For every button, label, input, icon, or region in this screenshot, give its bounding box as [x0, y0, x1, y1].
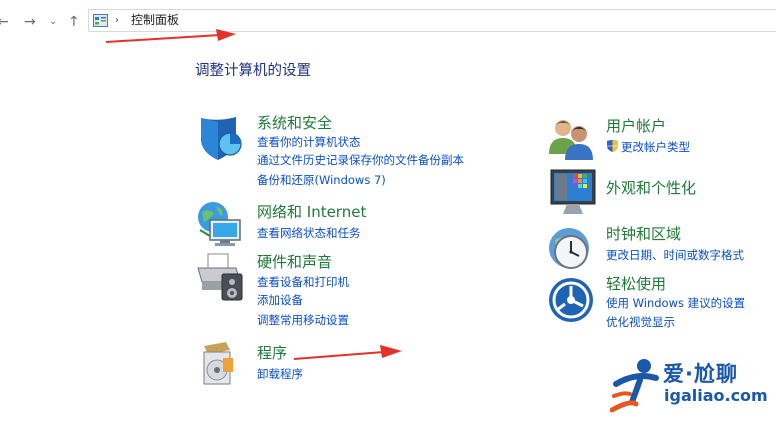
page-title: 调整计算机的设置: [195, 63, 311, 79]
monitor-palette-icon[interactable]: [547, 168, 597, 218]
address-bar[interactable]: › 控制面板: [88, 9, 776, 32]
breadcrumb-separator: ›: [115, 15, 119, 26]
control-panel-icon: [93, 14, 108, 27]
link-devices-printers[interactable]: 查看设备和打印机: [257, 274, 349, 290]
forward-arrow-icon[interactable]: →: [24, 13, 40, 31]
category-title-appearance[interactable]: 外观和个性化: [606, 178, 696, 198]
category-title-programs[interactable]: 程序: [257, 343, 287, 363]
annotation-arrow-icon: [293, 345, 402, 360]
link-file-history-backup[interactable]: 通过文件历史记录保存你的文件备份副本: [257, 152, 464, 168]
uac-shield-icon: [607, 140, 618, 152]
ease-of-access-icon[interactable]: [547, 276, 597, 326]
up-arrow-icon[interactable]: ↑: [68, 13, 82, 31]
back-arrow-icon[interactable]: ←: [0, 13, 11, 31]
link-network-status-tasks[interactable]: 查看网络状态和任务: [257, 225, 361, 241]
network-globe-icon[interactable]: [196, 200, 246, 250]
printer-speaker-icon[interactable]: [196, 252, 246, 302]
watermark-text-en: igaliao.com: [664, 386, 768, 405]
programs-disc-icon[interactable]: [196, 338, 246, 388]
link-add-device[interactable]: 添加设备: [257, 292, 303, 308]
watermark-logo-icon: [610, 359, 659, 413]
category-title-hardware-sound[interactable]: 硬件和声音: [257, 252, 332, 272]
category-title-user-accounts[interactable]: 用户帐户: [606, 116, 666, 136]
recent-locations-chevron-icon[interactable]: ⌄: [49, 13, 61, 31]
category-title-clock-region[interactable]: 时钟和区域: [606, 224, 681, 244]
breadcrumb-control-panel[interactable]: 控制面板: [131, 12, 179, 29]
navigation-bar: ← → ⌄ ↑ › 控制面板: [0, 0, 776, 44]
category-title-ease-of-access[interactable]: 轻松使用: [606, 274, 666, 294]
link-windows-recommended-settings[interactable]: 使用 Windows 建议的设置: [606, 295, 745, 311]
users-icon[interactable]: [547, 114, 597, 164]
shield-icon[interactable]: [196, 114, 246, 164]
link-mobility-settings[interactable]: 调整常用移动设置: [257, 312, 349, 328]
clock-globe-icon[interactable]: [547, 224, 597, 274]
category-title-network-internet[interactable]: 网络和 Internet: [257, 202, 366, 222]
link-backup-restore[interactable]: 备份和还原(Windows 7): [257, 172, 386, 188]
link-change-date-time-format[interactable]: 更改日期、时间或数字格式: [606, 247, 744, 263]
category-title-system-security[interactable]: 系统和安全: [257, 113, 332, 133]
link-uninstall-program[interactable]: 卸载程序: [257, 366, 303, 382]
watermark-text-cn: 爱·尬聊: [663, 362, 738, 386]
link-change-account-type[interactable]: 更改帐户类型: [621, 139, 690, 155]
link-optimize-visual-display[interactable]: 优化视觉显示: [606, 314, 675, 330]
link-view-computer-status[interactable]: 查看你的计算机状态: [257, 134, 361, 150]
